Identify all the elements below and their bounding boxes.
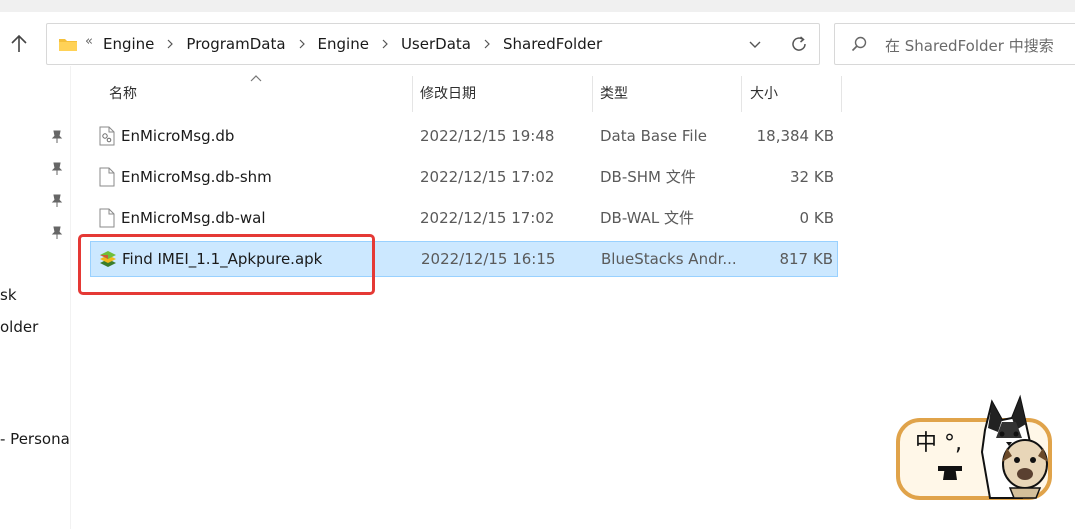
breadcrumb-item[interactable]: ProgramData xyxy=(184,35,287,53)
search-icon xyxy=(851,36,867,52)
folder-icon xyxy=(59,39,77,51)
ime-mascot-widget[interactable]: 中 °, xyxy=(890,392,1060,512)
pin-icon[interactable] xyxy=(50,194,64,208)
file-size: 18,384 KB xyxy=(756,127,834,145)
chevron-right-icon[interactable] xyxy=(381,39,389,49)
mascot-dog-icon: 中 °, xyxy=(896,394,1052,500)
breadcrumb: Engine ProgramData Engine UserData Share… xyxy=(101,24,604,64)
file-date: 2022/12/15 17:02 xyxy=(420,168,555,186)
nav-item[interactable]: - Persona xyxy=(0,430,70,448)
column-header-type[interactable]: 类型 xyxy=(600,76,628,112)
top-strip xyxy=(0,0,1075,12)
pin-icon[interactable] xyxy=(50,130,64,144)
file-name: EnMicroMsg.db xyxy=(121,127,235,145)
column-header-name[interactable]: 名称 xyxy=(109,76,137,112)
nav-item[interactable]: older xyxy=(0,318,38,336)
ime-mode-text: 中 °, xyxy=(915,431,962,456)
column-divider[interactable] xyxy=(592,76,593,112)
file-date: 2022/12/15 16:15 xyxy=(421,250,556,268)
file-name: EnMicroMsg.db-shm xyxy=(121,168,272,186)
column-divider[interactable] xyxy=(741,76,742,112)
navigation-pane: sk older - Persona xyxy=(0,66,70,529)
chevron-right-icon[interactable] xyxy=(166,39,174,49)
file-size: 0 KB xyxy=(799,209,834,227)
file-date: 2022/12/15 19:48 xyxy=(420,127,555,145)
file-name: EnMicroMsg.db-wal xyxy=(121,209,266,227)
column-header-date[interactable]: 修改日期 xyxy=(420,76,476,112)
chevron-down-icon[interactable] xyxy=(747,36,763,52)
nav-item[interactable]: sk xyxy=(0,286,17,304)
search-input[interactable]: 在 SharedFolder 中搜索 xyxy=(885,35,1054,56)
file-type: DB-WAL 文件 xyxy=(600,209,695,227)
blank-file-icon xyxy=(99,208,115,228)
file-size: 32 KB xyxy=(790,168,834,186)
highlight-annotation-box xyxy=(78,234,375,295)
refresh-icon[interactable] xyxy=(790,35,808,53)
file-type: DB-SHM 文件 xyxy=(600,168,696,186)
file-type: Data Base File xyxy=(600,127,707,145)
file-type: BlueStacks Andr... xyxy=(601,250,737,268)
file-date: 2022/12/15 17:02 xyxy=(420,209,555,227)
search-box[interactable]: 在 SharedFolder 中搜索 xyxy=(834,23,1075,65)
chevron-right-icon[interactable] xyxy=(483,39,491,49)
overflow-chevron[interactable]: « xyxy=(85,34,93,49)
chevron-right-icon[interactable] xyxy=(298,39,306,49)
column-divider[interactable] xyxy=(841,76,842,112)
file-size: 817 KB xyxy=(779,250,833,268)
file-row[interactable]: EnMicroMsg.db-wal 2022/12/15 17:02 DB-WA… xyxy=(90,200,838,236)
file-row[interactable]: EnMicroMsg.db 2022/12/15 19:48 Data Base… xyxy=(90,118,838,154)
breadcrumb-item[interactable]: SharedFolder xyxy=(501,35,604,53)
up-arrow-icon[interactable] xyxy=(10,34,28,54)
column-headers: 名称 修改日期 类型 大小 xyxy=(90,76,842,112)
address-bar[interactable]: « Engine ProgramData Engine UserData Sha… xyxy=(46,23,820,65)
blank-file-icon xyxy=(99,167,115,187)
column-header-size[interactable]: 大小 xyxy=(750,76,778,112)
pin-icon[interactable] xyxy=(50,226,64,240)
file-row[interactable]: EnMicroMsg.db-shm 2022/12/15 17:02 DB-SH… xyxy=(90,159,838,195)
pane-divider[interactable] xyxy=(70,66,71,529)
pin-icon[interactable] xyxy=(50,162,64,176)
breadcrumb-item[interactable]: Engine xyxy=(101,35,156,53)
database-file-icon xyxy=(99,126,115,146)
breadcrumb-item[interactable]: Engine xyxy=(316,35,371,53)
column-divider[interactable] xyxy=(412,76,413,112)
breadcrumb-item[interactable]: UserData xyxy=(399,35,473,53)
